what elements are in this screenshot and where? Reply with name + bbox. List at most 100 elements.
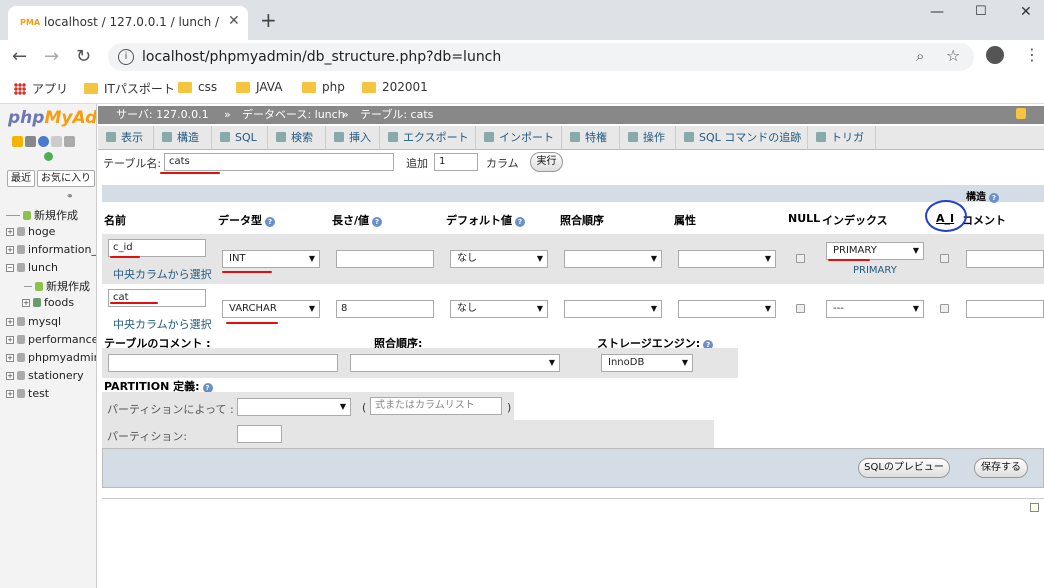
expand-icon[interactable]: + bbox=[6, 389, 14, 398]
attributes-select[interactable] bbox=[678, 300, 776, 318]
recent-button[interactable]: 最近 bbox=[7, 170, 35, 187]
ai-checkbox[interactable] bbox=[940, 304, 949, 313]
back-icon[interactable]: ← bbox=[12, 46, 27, 67]
new-tab-icon[interactable]: + bbox=[260, 8, 277, 32]
collapse-icon[interactable]: − bbox=[6, 263, 14, 272]
breadcrumb-server[interactable]: サーバ: 127.0.0.1 bbox=[116, 106, 209, 124]
bookmark-star-icon[interactable]: ☆ bbox=[946, 46, 960, 65]
info-icon[interactable]: i bbox=[118, 49, 134, 65]
expand-icon[interactable]: + bbox=[22, 298, 30, 307]
tab-export[interactable]: エクスポート bbox=[380, 126, 476, 150]
add-columns-input[interactable]: 1 bbox=[434, 153, 478, 171]
tab-tracking[interactable]: SQL コマンドの追跡 bbox=[676, 126, 808, 150]
address-bar[interactable]: i localhost/phpmyadmin/db_structure.php?… bbox=[108, 43, 974, 71]
column-name-input[interactable]: c_id bbox=[108, 239, 206, 257]
expand-icon[interactable]: + bbox=[6, 353, 14, 362]
tree-item-lunch-new[interactable]: 新規作成 bbox=[24, 278, 90, 294]
minimize-icon[interactable]: — bbox=[930, 4, 944, 20]
lock-icon[interactable] bbox=[1016, 108, 1026, 119]
bookmark-php[interactable]: php bbox=[302, 80, 345, 94]
docs-icon[interactable] bbox=[51, 136, 62, 147]
sql-preview-button[interactable]: SQLのプレビュー bbox=[858, 458, 950, 478]
tab-browse[interactable]: 表示 bbox=[98, 126, 154, 150]
tab-operations[interactable]: 操作 bbox=[620, 126, 676, 150]
tab-privileges[interactable]: 特権 bbox=[562, 126, 620, 150]
forward-icon[interactable]: → bbox=[44, 46, 59, 67]
index-select[interactable]: --- bbox=[826, 300, 924, 318]
breadcrumb-database[interactable]: データベース: lunch bbox=[242, 106, 345, 124]
type-select[interactable]: VARCHAR bbox=[222, 300, 320, 318]
settings-icon[interactable] bbox=[64, 136, 75, 147]
table-comment-input[interactable] bbox=[108, 354, 338, 372]
attributes-select[interactable] bbox=[678, 250, 776, 268]
help-icon[interactable] bbox=[38, 136, 49, 147]
length-input[interactable]: 8 bbox=[336, 300, 434, 318]
tab-triggers[interactable]: トリガ bbox=[808, 126, 876, 150]
tree-item-hoge[interactable]: + hoge bbox=[6, 225, 55, 238]
default-select[interactable]: なし bbox=[450, 250, 548, 268]
help-icon[interactable]: ? bbox=[515, 217, 525, 227]
partition-expr-input[interactable]: 式またはカラムリスト bbox=[370, 397, 502, 415]
tree-item-stationery[interactable]: + stationery bbox=[6, 369, 84, 382]
tab-sql[interactable]: SQL bbox=[212, 126, 268, 150]
close-icon[interactable]: ✕ bbox=[228, 13, 240, 29]
central-column-link[interactable]: 中央カラムから選択 bbox=[113, 316, 212, 332]
bookmark-java[interactable]: JAVA bbox=[236, 80, 282, 94]
comment-input[interactable] bbox=[966, 300, 1044, 318]
tree-item-phpmyadmin[interactable]: + phpmyadmin bbox=[6, 351, 96, 364]
expand-icon[interactable]: + bbox=[6, 245, 14, 254]
tree-item-performance[interactable]: + performance bbox=[6, 333, 96, 346]
length-input[interactable] bbox=[336, 250, 434, 268]
table-name-input[interactable]: cats bbox=[164, 153, 394, 171]
tree-item-mysql[interactable]: + mysql bbox=[6, 315, 61, 328]
execute-button[interactable]: 実行 bbox=[530, 152, 563, 172]
profile-icon[interactable] bbox=[986, 46, 1004, 64]
central-column-link[interactable]: 中央カラムから選択 bbox=[113, 266, 212, 282]
bookmark-css[interactable]: css bbox=[178, 80, 217, 94]
bookmark-202001[interactable]: 202001 bbox=[362, 80, 428, 94]
default-select[interactable]: なし bbox=[450, 300, 548, 318]
pma-logo[interactable]: phpMyAd bbox=[8, 108, 96, 128]
expand-icon[interactable]: + bbox=[6, 317, 14, 326]
type-select[interactable]: INT bbox=[222, 250, 320, 268]
null-checkbox[interactable] bbox=[796, 304, 805, 313]
tab-insert[interactable]: 挿入 bbox=[326, 126, 380, 150]
help-icon[interactable]: ? bbox=[265, 217, 275, 227]
tree-item-lunch[interactable]: − lunch bbox=[6, 261, 58, 274]
column-name-input[interactable]: cat bbox=[108, 289, 206, 307]
storage-engine-select[interactable]: InnoDB bbox=[601, 354, 693, 372]
tree-item-information[interactable]: + information_ bbox=[6, 243, 96, 256]
tree-item-foods[interactable]: + foods bbox=[22, 296, 74, 309]
window-close-icon[interactable]: ✕ bbox=[1020, 4, 1032, 20]
console-icon[interactable] bbox=[1030, 503, 1039, 512]
index-select[interactable]: PRIMARY bbox=[826, 242, 924, 260]
expand-icon[interactable]: + bbox=[6, 227, 14, 236]
help-icon[interactable]: ? bbox=[989, 193, 999, 203]
collation-select[interactable] bbox=[564, 300, 662, 318]
zoom-icon[interactable]: ⌕ bbox=[916, 47, 924, 65]
expand-icon[interactable]: + bbox=[6, 335, 14, 344]
link-icon[interactable]: ⚭ bbox=[66, 192, 74, 202]
tab-search[interactable]: 検索 bbox=[268, 126, 326, 150]
favorites-button[interactable]: お気に入り bbox=[37, 170, 95, 187]
expand-icon[interactable]: + bbox=[6, 371, 14, 380]
collation-select[interactable] bbox=[564, 250, 662, 268]
tab-import[interactable]: インポート bbox=[476, 126, 562, 150]
null-checkbox[interactable] bbox=[796, 254, 805, 263]
tree-item-new[interactable]: 新規作成 bbox=[6, 207, 78, 223]
browser-tab[interactable]: PMA localhost / 127.0.0.1 / lunch / cats… bbox=[8, 6, 248, 40]
menu-icon[interactable]: ⋮ bbox=[1024, 45, 1040, 64]
help-icon[interactable]: ? bbox=[372, 217, 383, 227]
breadcrumb-table[interactable]: テーブル: cats bbox=[360, 106, 433, 124]
bookmark-itpassport[interactable]: ITパスポート bbox=[84, 80, 175, 97]
ai-checkbox[interactable] bbox=[940, 254, 949, 263]
logout-icon[interactable] bbox=[25, 136, 36, 147]
save-button[interactable]: 保存する bbox=[974, 458, 1028, 478]
partition-by-select[interactable] bbox=[237, 398, 351, 416]
table-collation-select[interactable] bbox=[350, 354, 560, 372]
partitions-input[interactable] bbox=[237, 425, 282, 443]
bookmark-apps[interactable]: アプリ bbox=[14, 80, 68, 97]
maximize-icon[interactable]: ☐ bbox=[975, 4, 987, 19]
reload-nav-icon[interactable] bbox=[44, 152, 53, 161]
reload-icon[interactable]: ↻ bbox=[76, 46, 91, 67]
